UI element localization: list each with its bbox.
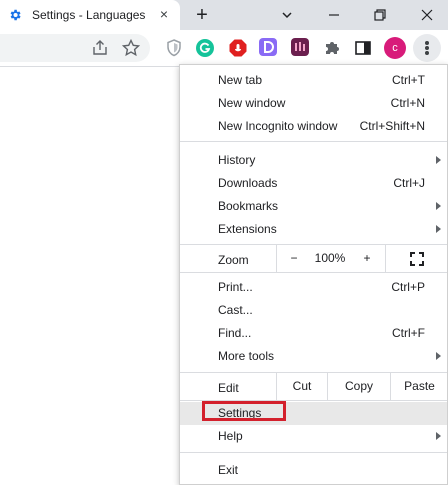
- menu-item-label: New window: [218, 96, 286, 110]
- menu-item-shortcut: Ctrl+N: [390, 96, 425, 110]
- chevron-down-icon[interactable]: [278, 6, 296, 24]
- menu-item-print[interactable]: Print... Ctrl+P: [180, 276, 447, 299]
- zoom-out-button[interactable]: −: [276, 245, 311, 272]
- menu-row-zoom: Zoom − 100% +: [180, 245, 447, 272]
- menu-item-downloads[interactable]: Downloads Ctrl+J: [180, 172, 447, 195]
- menu-item-help[interactable]: Help: [180, 425, 447, 448]
- menu-separator: [180, 272, 447, 273]
- pl-extension-icon[interactable]: [291, 38, 309, 56]
- puzzle-icon[interactable]: [322, 38, 342, 58]
- tab-strip: Settings - Languages × +: [0, 0, 448, 30]
- pl-bars-icon: [295, 42, 305, 51]
- grammarly-icon[interactable]: [195, 38, 215, 58]
- avatar[interactable]: c: [384, 37, 406, 59]
- menu-item-shortcut: Ctrl+J: [393, 176, 425, 190]
- cut-button[interactable]: Cut: [276, 373, 327, 400]
- zoom-label: Zoom: [218, 253, 249, 267]
- shield-extension-icon[interactable]: [164, 38, 184, 58]
- restore-icon[interactable]: [371, 6, 389, 24]
- highlight-box: [202, 401, 286, 421]
- menu-item-new-window[interactable]: New window Ctrl+N: [180, 92, 447, 115]
- kebab-menu-icon[interactable]: [413, 34, 441, 62]
- menu-item-new-tab[interactable]: New tab Ctrl+T: [180, 69, 447, 92]
- menu-item-shortcut: Ctrl+F: [392, 326, 425, 340]
- menu-item-new-incognito-window[interactable]: New Incognito window Ctrl+Shift+N: [180, 115, 447, 138]
- menu-item-label: Cast...: [218, 303, 253, 317]
- menu-item-shortcut: Ctrl+P: [391, 280, 425, 294]
- gear-icon: [10, 9, 21, 21]
- menu-item-label: History: [218, 153, 256, 167]
- menu-item-label: New tab: [218, 73, 263, 87]
- chrome-menu: New tab Ctrl+T New window Ctrl+N New Inc…: [179, 64, 448, 485]
- minimize-icon[interactable]: [325, 6, 343, 24]
- sidepanel-icon[interactable]: [353, 38, 373, 58]
- menu-item-settings[interactable]: Settings: [180, 401, 447, 425]
- menu-item-label: Bookmarks: [218, 199, 279, 213]
- menu-item-shortcut: Ctrl+Shift+N: [359, 119, 425, 133]
- close-window-icon[interactable]: [418, 6, 436, 24]
- menu-item-history[interactable]: History: [180, 149, 447, 172]
- star-icon[interactable]: [121, 38, 141, 58]
- menu-item-label: Exit: [218, 463, 239, 477]
- d-letter-icon: [264, 41, 274, 53]
- menu-item-extensions[interactable]: Extensions: [180, 218, 447, 241]
- menu-item-find[interactable]: Find... Ctrl+F: [180, 322, 447, 345]
- submenu-arrow-icon: [436, 202, 441, 210]
- menu-item-label: Find...: [218, 326, 252, 340]
- zoom-level: 100%: [314, 251, 346, 265]
- menu-item-more-tools[interactable]: More tools: [180, 345, 447, 368]
- copy-button[interactable]: Copy: [327, 373, 390, 400]
- edit-label: Edit: [218, 381, 239, 395]
- new-tab-button[interactable]: +: [191, 4, 213, 26]
- share-icon[interactable]: [90, 38, 110, 58]
- submenu-arrow-icon: [436, 156, 441, 164]
- menu-row-edit: Edit Cut Copy Paste: [180, 373, 447, 400]
- menu-item-label: Extensions: [218, 222, 277, 236]
- submenu-arrow-icon: [436, 225, 441, 233]
- submenu-arrow-icon: [436, 432, 441, 440]
- fullscreen-icon: [410, 252, 424, 266]
- submenu-arrow-icon: [436, 352, 441, 360]
- menu-item-exit[interactable]: Exit: [180, 459, 447, 482]
- menu-separator: [180, 141, 447, 142]
- menu-separator: [180, 452, 447, 453]
- tab-title: Settings - Languages: [32, 8, 146, 22]
- d-extension-icon[interactable]: [259, 38, 277, 56]
- menu-item-bookmarks[interactable]: Bookmarks: [180, 195, 447, 218]
- menu-item-label: More tools: [218, 349, 275, 363]
- close-icon[interactable]: ×: [155, 5, 173, 23]
- menu-item-shortcut: Ctrl+T: [392, 73, 425, 87]
- adblock-icon[interactable]: [228, 38, 248, 58]
- menu-item-cast[interactable]: Cast...: [180, 299, 447, 322]
- fullscreen-button[interactable]: [385, 245, 448, 272]
- menu-item-label: Downloads: [218, 176, 278, 190]
- tab-settings[interactable]: Settings - Languages ×: [0, 0, 180, 30]
- menu-item-label: Print...: [218, 280, 253, 294]
- paste-button[interactable]: Paste: [390, 373, 448, 400]
- menu-item-label: New Incognito window: [218, 119, 338, 133]
- zoom-in-button[interactable]: +: [350, 245, 384, 272]
- menu-item-label: Help: [218, 429, 243, 443]
